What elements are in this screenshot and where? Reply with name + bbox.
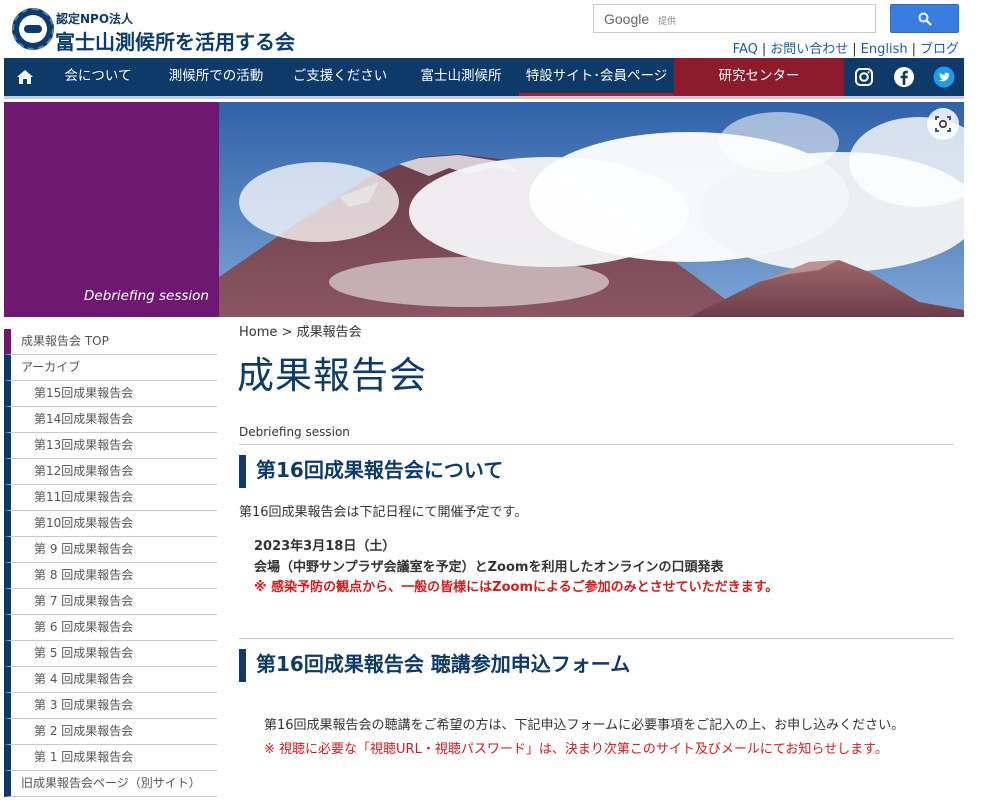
event-date: 2023年3月18日（土） [254,539,396,554]
twitter-icon[interactable] [933,66,955,88]
breadcrumb: Home > 成果報告会 [239,321,362,340]
sidebar-item-archive[interactable]: アーカイブ [4,355,217,381]
section-label: Debriefing session [239,425,350,439]
home-icon [17,70,33,84]
sidebar-item-11[interactable]: 第11回成果報告会 [4,485,217,511]
divider [239,638,954,639]
logo-goggles [24,25,42,33]
event-notice: ※ 感染予防の観点から、一般の皆様にはZoomによるご参加のみとさせていただきま… [254,580,779,595]
section-heading-form: 第16回成果報告会 聴講参加申込フォーム [239,649,630,682]
nav-station[interactable]: 富士山測候所 [402,58,520,96]
mountain-illustration [219,102,964,317]
sidebar-item-5[interactable]: 第 5 回成果報告会 [4,641,217,667]
site-logo[interactable] [12,8,54,50]
hero-mountain-image [219,102,964,317]
org-type: 認定NPO法人 [56,12,134,26]
page-title: 成果報告会 [237,354,427,397]
sidebar-item-3[interactable]: 第 3 回成果報告会 [4,693,217,719]
search-input[interactable]: Google 提供 [593,4,876,33]
divider [239,444,954,445]
sidebar-item-13[interactable]: 第13回成果報告会 [4,433,217,459]
breadcrumb-sep: > [281,325,293,340]
facebook-icon[interactable] [893,66,915,88]
separator: | [911,42,916,57]
nav-support[interactable]: ご支援ください [282,58,398,96]
nav-research-center[interactable]: 研究センター [674,58,844,96]
english-link[interactable]: English [861,42,908,57]
faq-link[interactable]: FAQ [733,42,758,57]
screenshot-lens-icon[interactable] [927,108,959,140]
sidebar-item-12[interactable]: 第12回成果報告会 [4,459,217,485]
sidebar-item-14[interactable]: 第14回成果報告会 [4,407,217,433]
sidebar-item-6[interactable]: 第 6 回成果報告会 [4,615,217,641]
sidebar-item-top[interactable]: 成果報告会 TOP [4,329,217,355]
sidebar-item-15[interactable]: 第15回成果報告会 [4,381,217,407]
separator: | [761,42,767,57]
breadcrumb-current: 成果報告会 [296,325,362,340]
sidebar-item-8[interactable]: 第 8 回成果報告会 [4,563,217,589]
search-brand-sub: 提供 [658,17,677,27]
form-notice: ※ 視聴に必要な「視聴URL・視聴パスワード」は、決まり次第このサイト及びメール… [264,742,888,757]
section-heading-about: 第16回成果報告会について [239,455,503,488]
org-name[interactable]: 富士山測候所を活用する会 [55,26,295,55]
form-instructions: 第16回成果報告会の聴講をご希望の方は、下記申込フォームに必要事項をご記入の上、… [264,718,905,733]
separator: | [852,42,857,57]
sidebar-item-2[interactable]: 第 2 回成果報告会 [4,719,217,745]
sidebar-item-old-site[interactable]: 旧成果報告会ページ（別サイト） [4,771,217,797]
sidebar-item-10[interactable]: 第10回成果報告会 [4,511,217,537]
nav-about[interactable]: 会について [46,58,150,96]
sidebar: 成果報告会 TOP アーカイブ 第15回成果報告会 第14回成果報告会 第13回… [4,329,217,797]
section-intro: 第16回成果報告会は下記日程にて開催予定です。 [239,505,528,520]
utility-links: FAQ | お問い合わせ | English | ブログ [733,38,959,57]
sidebar-item-1[interactable]: 第 1 回成果報告会 [4,745,217,771]
hero-caption: Debriefing session [84,288,209,304]
hero-caption-panel: Debriefing session [4,102,219,317]
blog-link[interactable]: ブログ [920,42,959,57]
sidebar-item-7[interactable]: 第 7 回成果報告会 [4,589,217,615]
nav-special-site[interactable]: 特設サイト･会員ページ [519,58,674,96]
breadcrumb-home[interactable]: Home [239,325,277,340]
event-venue: 会場（中野サンプラザ会議室を予定）とZoomを利用したオンラインの口頭発表 [254,560,724,575]
site-header: 認定NPO法人 富士山測候所を活用する会 Google 提供 FAQ | お問い合わ… [0,0,984,58]
search-brand: Google [604,11,650,27]
nav-activities[interactable]: 測候所での活動 [154,58,278,96]
contact-link[interactable]: お問い合わせ [770,42,848,57]
nav-shadow [4,96,964,99]
nav-home[interactable] [4,58,46,96]
sidebar-item-9[interactable]: 第 9 回成果報告会 [4,537,217,563]
instagram-icon[interactable] [853,66,875,88]
search-button[interactable] [890,4,959,33]
main-nav: 会について 測候所での活動 ご支援ください 富士山測候所 特設サイト･会員ページ… [4,58,964,96]
sidebar-item-4[interactable]: 第 4 回成果報告会 [4,667,217,693]
search-icon [918,12,932,26]
